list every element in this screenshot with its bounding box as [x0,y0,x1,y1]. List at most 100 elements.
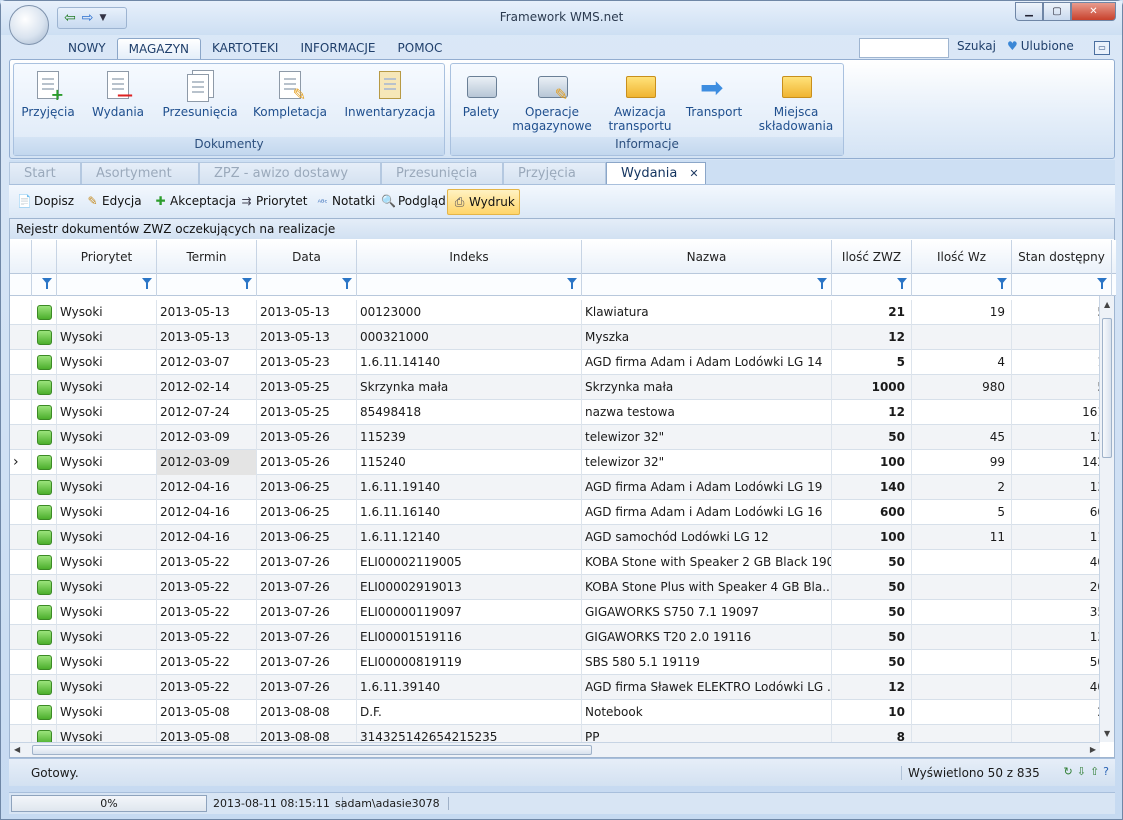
table-cell[interactable] [912,575,1012,600]
table-cell[interactable]: 2012-07-24 [157,400,257,425]
table-row[interactable]: Wysoki 2013-05-22 2013-07-26 ELI00002119005… [10,550,1100,575]
table-cell[interactable]: 2013-05-13 [257,325,357,350]
toolbar-dopisz-button[interactable]: 📄 Dopisz [13,189,78,215]
table-cell[interactable]: Wysoki [57,500,157,525]
table-cell[interactable]: 2013-06-25 [257,475,357,500]
table-cell[interactable]: 50 [832,550,912,575]
table-cell[interactable]: 4 [912,350,1012,375]
operacje-magazynowe-button[interactable]: ✎ Operacje magazynowe [507,70,597,133]
filter-icon[interactable] [1097,278,1107,289]
table-cell[interactable]: 50 [832,425,912,450]
column-header[interactable]: Indeks [357,240,582,274]
table-cell[interactable]: 2012-03-09 [157,425,257,450]
table-cell[interactable]: 2013-08-08 [257,700,357,725]
column-header[interactable]: Data [257,240,357,274]
table-cell[interactable]: Wysoki [57,650,157,675]
scroll-down-icon[interactable]: ▼ [1104,729,1110,738]
table-cell[interactable]: 50 [832,575,912,600]
table-cell[interactable]: 142 [1012,450,1100,475]
table-cell[interactable]: 19 [912,300,1012,325]
table-cell[interactable]: Wysoki [57,325,157,350]
kompletacja-button[interactable]: ✎ Kompletacja [248,70,332,119]
table-row[interactable]: Wysoki 2012-04-16 2013-06-25 1.6.11.16140 AG… [10,500,1100,525]
table-cell[interactable]: 5 [832,350,912,375]
table-cell[interactable]: Wysoki [57,675,157,700]
filter-cell[interactable] [582,274,832,296]
scroll-right-icon[interactable]: ▶ [1090,745,1096,754]
doc-tab-5[interactable]: Wydania ✕ [606,162,706,185]
table-cell[interactable]: PP [582,725,832,742]
table-cell[interactable]: 2013-05-26 [257,425,357,450]
table-row[interactable]: Wysoki 2013-05-22 2013-07-26 ELI00000819119… [10,650,1100,675]
table-cell[interactable]: 21 [832,300,912,325]
refresh-icon[interactable]: ↻ [1064,765,1073,778]
close-button[interactable]: ✕ [1071,2,1116,21]
menu-tab-informacje[interactable]: INFORMACJE [289,38,386,60]
table-cell[interactable]: 000321000 [357,325,582,350]
table-cell[interactable]: 115240 [357,450,582,475]
table-cell[interactable]: KOBA Stone Plus with Speaker 4 GB Bla... [582,575,832,600]
toolbar-priorytet-button[interactable]: ⇉ Priorytet [235,189,311,215]
table-cell[interactable]: 2012-03-07 [157,350,257,375]
table-cell[interactable]: Wysoki [57,350,157,375]
table-cell[interactable]: 2013-07-26 [257,600,357,625]
table-cell[interactable]: AGD firma Adam i Adam Lodówki LG 19 [582,475,832,500]
table-cell[interactable]: 1000 [832,375,912,400]
table-cell[interactable]: Notebook [582,700,832,725]
horizontal-scrollbar[interactable]: ◀ ▶ [10,742,1100,757]
table-cell[interactable]: 2012-04-16 [157,500,257,525]
table-cell[interactable]: 20 [1012,575,1100,600]
column-header[interactable]: Priorytet [57,240,157,274]
table-cell[interactable] [912,675,1012,700]
vertical-scroll-thumb[interactable] [1102,318,1112,458]
awizacja-transportu-button[interactable]: Awizacja transportu [601,70,679,133]
table-cell[interactable]: SBS 580 5.1 19119 [582,650,832,675]
table-cell[interactable]: 45 [912,425,1012,450]
inwentaryzacja-button[interactable]: Inwentaryzacja [340,70,440,119]
vertical-scrollbar[interactable]: ▲ ▼ [1099,296,1114,742]
table-cell[interactable]: 2013-06-25 [257,525,357,550]
doc-tab-3[interactable]: Przesunięcia [381,162,503,184]
table-cell[interactable]: 2013-05-22 [157,625,257,650]
column-header[interactable]: Nazwa [582,240,832,274]
table-row[interactable]: Wysoki 2013-05-22 2013-07-26 ELI00000119097… [10,600,1100,625]
table-row[interactable]: Wysoki 2013-05-08 2013-08-08 31432514265421… [10,725,1100,742]
close-tab-icon[interactable]: ✕ [689,167,698,180]
table-cell[interactable]: 1.6.11.39140 [357,675,582,700]
minimize-button[interactable]: ▁ [1015,2,1043,21]
table-cell[interactable]: 2013-05-23 [257,350,357,375]
menu-tab-pomoc[interactable]: POMOC [387,38,454,60]
table-cell[interactable]: 100 [832,450,912,475]
table-cell[interactable] [912,400,1012,425]
table-cell[interactable] [912,625,1012,650]
table-cell[interactable]: Wysoki [57,375,157,400]
wydania-button[interactable]: — Wydania [90,70,146,119]
table-cell[interactable]: 2013-05-13 [157,325,257,350]
menu-tab-magazyn[interactable]: MAGAZYN [116,38,202,60]
table-row[interactable]: Wysoki 2012-07-24 2013-05-25 85498418 nazwa … [10,400,1100,425]
table-cell[interactable]: 2013-05-13 [157,300,257,325]
table-cell[interactable]: Wysoki [57,625,157,650]
przesuniecia-button[interactable]: Przesunięcia [158,70,242,119]
table-cell[interactable]: ELI00000819119 [357,650,582,675]
table-cell[interactable]: 2012-04-16 [157,475,257,500]
table-cell[interactable]: 2013-05-22 [157,675,257,700]
table-cell[interactable] [912,725,1012,742]
toolbar-notatki-button[interactable]: ᴬᴮᶜ Notatki [311,189,379,215]
menu-tab-kartoteki[interactable]: KARTOTEKI [201,38,289,60]
table-cell[interactable]: telewizor 32" [582,450,832,475]
table-row[interactable]: Wysoki 2013-05-08 2013-08-08 D.F. Notebook 10… [10,700,1100,725]
table-cell[interactable]: 60 [1012,500,1100,525]
table-cell[interactable]: Wysoki [57,550,157,575]
column-header[interactable]: Termin [157,240,257,274]
table-cell[interactable]: 2012-03-09 [157,450,257,475]
table-cell[interactable]: Wysoki [57,425,157,450]
table-cell[interactable]: Wysoki [57,400,157,425]
table-cell[interactable]: 1 [1012,350,1100,375]
table-cell[interactable]: Klawiatura [582,300,832,325]
search-input[interactable] [859,38,949,58]
table-cell[interactable]: 161 [1012,400,1100,425]
table-cell[interactable]: 2012-04-16 [157,525,257,550]
filter-icon[interactable] [997,278,1007,289]
table-cell[interactable]: 1.6.11.12140 [357,525,582,550]
